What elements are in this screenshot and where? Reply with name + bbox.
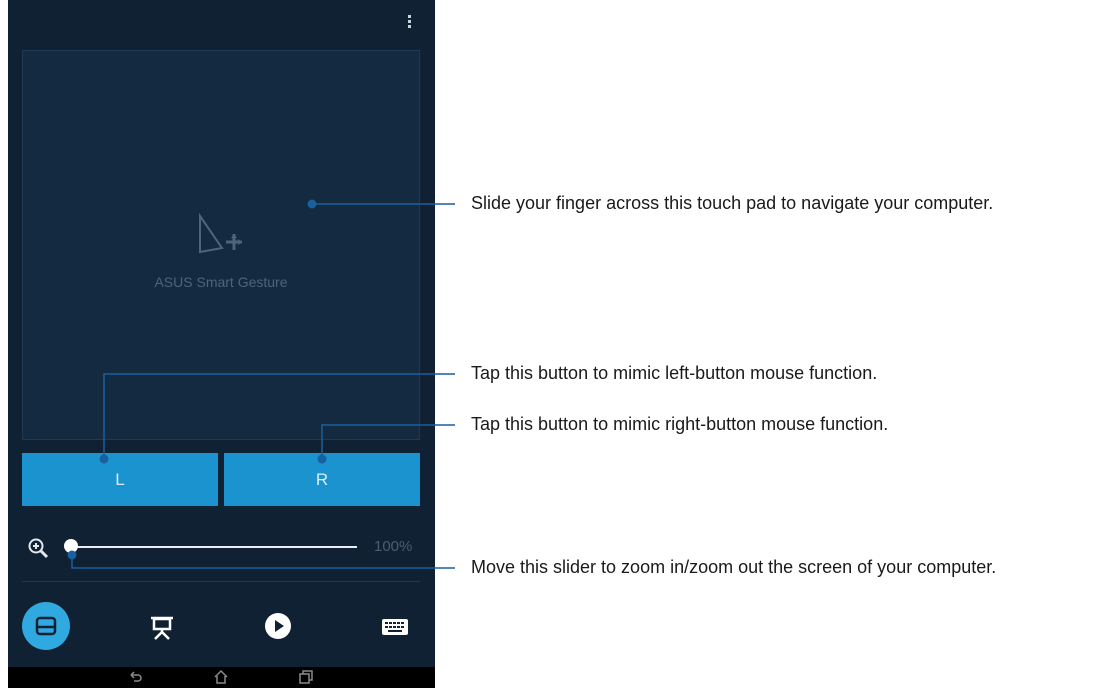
annotation-slider: Move this slider to zoom in/zoom out the…	[471, 557, 997, 577]
annotation-leader-lines	[67, 199, 455, 569]
annotation-touchpad: Slide your finger across this touch pad …	[471, 193, 994, 213]
annotation-right-button: Tap this button to mimic right-button mo…	[471, 414, 889, 434]
annotation-left-button: Tap this button to mimic left-button mou…	[471, 363, 878, 383]
